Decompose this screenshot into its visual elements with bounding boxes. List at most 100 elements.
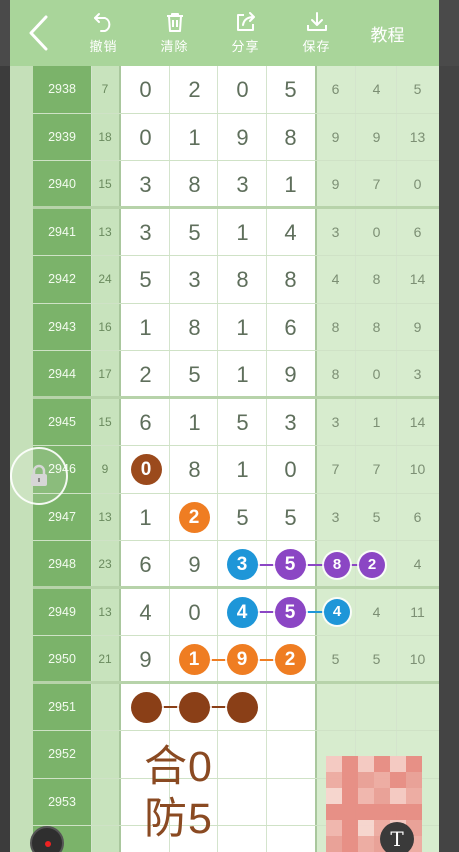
marked-ball[interactable]: 0	[130, 454, 162, 486]
digit-cell[interactable]	[218, 779, 267, 827]
marked-ball[interactable]: 2	[274, 644, 306, 676]
tail-cell: 3	[413, 366, 422, 382]
digit-cell[interactable]: 4	[121, 589, 170, 637]
marked-ball[interactable]: 5	[274, 549, 306, 581]
digit-cell[interactable]: 5	[266, 66, 315, 114]
tail-cell: 5	[413, 81, 422, 97]
digit-cell[interactable]: 1	[170, 114, 219, 162]
save-button[interactable]: 保存	[281, 0, 352, 66]
digit-cell[interactable]: 1	[218, 446, 267, 494]
digit-cell[interactable]: 1	[218, 351, 267, 399]
digit-cell[interactable]: 8	[266, 256, 315, 304]
pixel-block	[390, 804, 406, 820]
digit-cell[interactable]: 5	[218, 399, 267, 447]
marked-ball[interactable]	[178, 691, 210, 723]
table-row: 2944 17 2 5 1 9 8 0 3	[10, 351, 439, 399]
digit-cell[interactable]: 8	[218, 256, 267, 304]
tail-cell: 7	[331, 461, 340, 477]
marked-ball[interactable]	[130, 691, 162, 723]
marked-ball[interactable]: 5	[274, 596, 306, 628]
pixel-block	[326, 788, 342, 804]
digit-cell[interactable]: 1	[266, 161, 315, 209]
tail-cell: 6	[413, 223, 422, 240]
digit-cell[interactable]: 0	[218, 66, 267, 114]
digit-cell[interactable]	[266, 731, 315, 779]
trash-icon	[166, 12, 183, 32]
tail-cell: 4	[372, 603, 381, 620]
marked-ball[interactable]: 8	[324, 551, 350, 578]
digit-cell[interactable]: 8	[170, 446, 219, 494]
marked-ball[interactable]: 2	[178, 501, 210, 533]
digit-cell[interactable]	[218, 731, 267, 779]
undo-label: 撤销	[89, 38, 118, 54]
digit-cell[interactable]: 8	[170, 304, 219, 352]
digit-cell[interactable]: 8	[170, 161, 219, 209]
period-cell: 2953	[48, 794, 76, 809]
trend-board[interactable]: 2938 7 0 2 0 5 6 4 5 2939 18 0 1 9 8 9 9 13 2940 15 3 8 3 1 9 7 0 2…	[10, 66, 439, 852]
digit-cell[interactable]: 1	[218, 209, 267, 257]
digit-cell[interactable]: 1	[218, 304, 267, 352]
lock-button[interactable]	[10, 447, 68, 505]
table-row: 2939 18 0 1 9 8 9 9 13	[10, 114, 439, 162]
digit-cell[interactable]: 0	[170, 589, 219, 637]
digit-cell[interactable]: 4	[266, 209, 315, 257]
digit-cell[interactable]: 6	[121, 399, 170, 447]
digit-cell[interactable]: 3	[266, 399, 315, 447]
digit-cell[interactable]: 1	[121, 304, 170, 352]
tutorial-label: 教程	[370, 25, 405, 45]
digit-cell[interactable]: 0	[266, 446, 315, 494]
sum-cell: 18	[98, 129, 112, 144]
marked-ball[interactable]: 1	[178, 644, 210, 676]
pixel-block	[342, 756, 358, 772]
digit-cell[interactable]: 3	[121, 209, 170, 257]
tutorial-button[interactable]: 教程	[352, 0, 423, 66]
marked-ball[interactable]	[226, 691, 258, 723]
digit-cell[interactable]: 0	[121, 66, 170, 114]
digit-cell[interactable]: 8	[266, 114, 315, 162]
undo-button[interactable]: 撤销	[68, 0, 139, 66]
digit-cell[interactable]: 2	[170, 66, 219, 114]
pixel-block	[358, 772, 374, 788]
digit-cell[interactable]: 9	[218, 114, 267, 162]
digit-cell[interactable]: 6	[266, 304, 315, 352]
digit-cell[interactable]: 9	[266, 351, 315, 399]
digit-cell[interactable]: 3	[121, 161, 170, 209]
sum-cell: 9	[101, 462, 109, 476]
digit-cell[interactable]: 5	[170, 351, 219, 399]
text-tool-button[interactable]: T	[380, 822, 414, 852]
pixel-block	[374, 804, 390, 820]
digit-cell[interactable]: 3	[170, 256, 219, 304]
digit-cell[interactable]: 5	[266, 494, 315, 542]
back-button[interactable]	[10, 0, 68, 66]
marked-ball[interactable]: 3	[226, 549, 258, 581]
marked-ball[interactable]: 4	[226, 596, 258, 628]
table-row: 2946 9 8 1 0 7 7 10	[10, 446, 439, 494]
clear-button[interactable]: 清除	[139, 0, 210, 66]
marked-ball[interactable]: 2	[359, 551, 385, 578]
digit-cell[interactable]: 0	[121, 114, 170, 162]
record-button[interactable]	[30, 826, 64, 852]
tail-cell: 5	[372, 508, 381, 525]
share-button[interactable]: 分享	[210, 0, 281, 66]
digit-cell[interactable]	[266, 684, 315, 732]
digit-cell[interactable]: 5	[218, 494, 267, 542]
digit-cell[interactable]: 5	[170, 209, 219, 257]
tail-cell: 9	[331, 128, 340, 145]
digit-cell[interactable]: 9	[170, 541, 219, 589]
tail-cell: 3	[331, 223, 340, 240]
digit-cell[interactable]: 1	[121, 494, 170, 542]
tail-cell: 7	[372, 176, 381, 192]
digit-cell[interactable]: 9	[121, 636, 170, 684]
digit-cell[interactable]: 3	[218, 161, 267, 209]
digit-cell[interactable]: 6	[121, 541, 170, 589]
digit-cell[interactable]: 1	[170, 399, 219, 447]
digit-cell[interactable]: 5	[121, 256, 170, 304]
marked-ball[interactable]: 9	[226, 644, 258, 676]
tail-cell: 5	[331, 651, 340, 667]
lock-icon	[31, 464, 47, 486]
pixel-block	[342, 804, 358, 820]
digit-cell[interactable]: 2	[121, 351, 170, 399]
sum-cell: 21	[98, 652, 112, 666]
digit-cell[interactable]	[266, 779, 315, 827]
table-row: 2949 13 4 0 4 11	[10, 589, 439, 637]
